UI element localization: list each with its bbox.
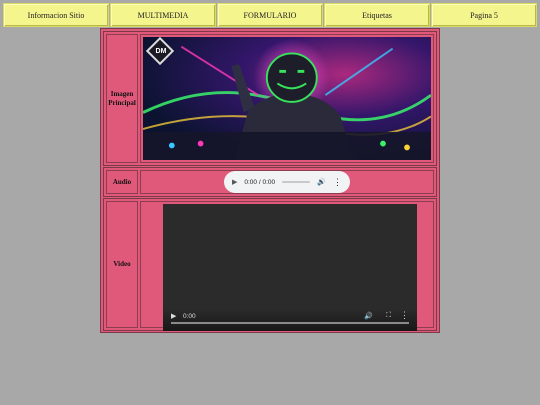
video-play-icon[interactable]: ▶	[171, 312, 176, 320]
audio-time: 0:00 / 0:00	[244, 178, 276, 186]
image-cell: DM	[140, 34, 434, 163]
video-seek-bar[interactable]	[171, 322, 409, 324]
dj-artwork	[143, 37, 431, 160]
nav-informacion-sitio[interactable]: Informacion Sitio	[3, 3, 109, 27]
more-options-icon[interactable]: ⋮	[333, 177, 342, 187]
volume-icon[interactable]: 🔊	[317, 178, 326, 186]
dm-logo-text: DM	[155, 48, 167, 55]
play-icon[interactable]: ▶	[232, 178, 237, 186]
video-more-options-icon[interactable]: ⋮	[400, 311, 409, 320]
audio-seek-bar[interactable]	[282, 181, 311, 183]
video-time: 0:00	[183, 313, 196, 320]
nav-pagina-5[interactable]: Pagina 5	[431, 3, 537, 27]
nav-multimedia[interactable]: MULTIMEDIA	[110, 3, 216, 27]
video-volume-icon[interactable]: 🔊	[364, 312, 373, 320]
main-image: DM	[143, 37, 431, 160]
image-row: Imagen Principal DM	[103, 31, 437, 166]
video-controls: ▶ 0:00 🔊 ⛶ ⋮	[163, 309, 417, 331]
nav-formulario[interactable]: FORMULARIO	[217, 3, 323, 27]
audio-label: Audio	[106, 170, 138, 194]
video-label: Video	[106, 201, 138, 328]
video-row: Video ▶ 0:00 🔊 ⛶ ⋮	[103, 198, 437, 331]
audio-cell: ▶ 0:00 / 0:00 🔊 ⋮	[140, 170, 434, 194]
audio-row: Audio ▶ 0:00 / 0:00 🔊 ⋮	[103, 167, 437, 197]
video-cell: ▶ 0:00 🔊 ⛶ ⋮	[140, 201, 434, 331]
fullscreen-icon[interactable]: ⛶	[386, 312, 391, 320]
multimedia-table: Imagen Principal DM Audio ▶ 0:00 / 0:00 …	[100, 28, 440, 333]
audio-player[interactable]: ▶ 0:00 / 0:00 🔊 ⋮	[224, 171, 350, 193]
nav-etiquetas[interactable]: Etiquetas	[324, 3, 430, 27]
image-label: Imagen Principal	[106, 34, 138, 163]
video-player[interactable]: ▶ 0:00 🔊 ⛶ ⋮	[163, 204, 417, 331]
top-navigation: Informacion Sitio MULTIMEDIA FORMULARIO …	[3, 3, 537, 27]
